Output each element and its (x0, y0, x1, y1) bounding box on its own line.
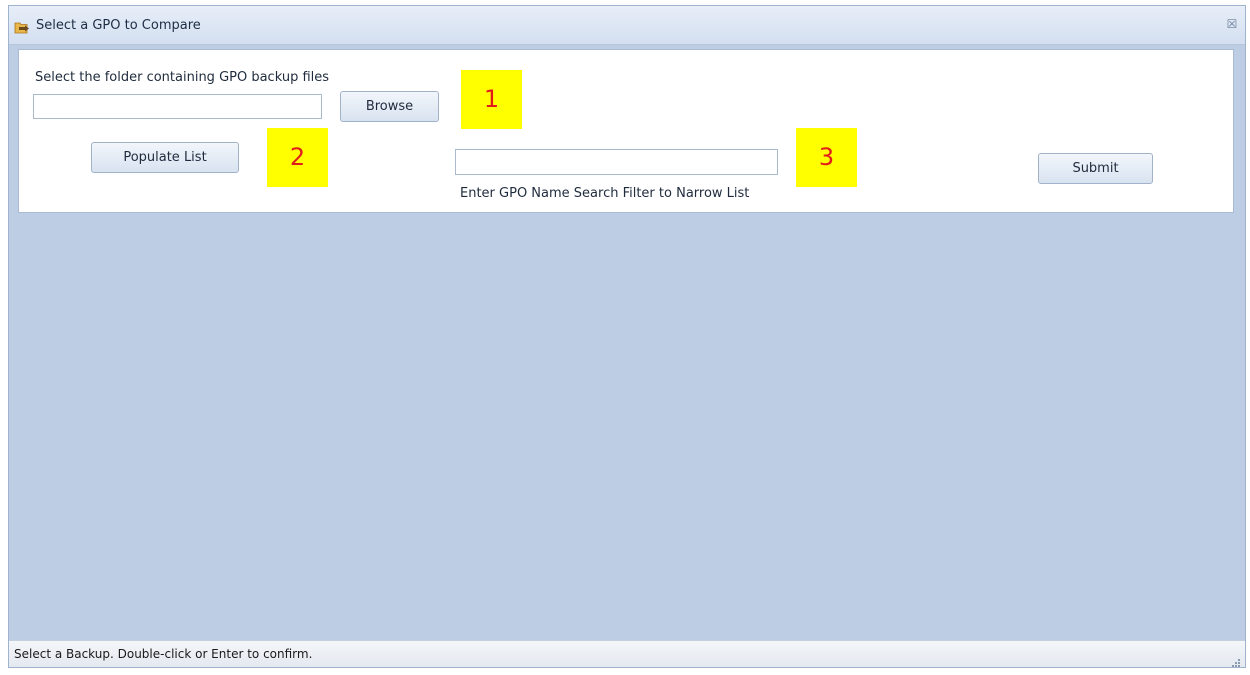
folder-path-input[interactable] (33, 94, 322, 119)
title-bar[interactable]: Select a GPO to Compare ☒ (9, 6, 1245, 45)
status-text: Select a Backup. Double-click or Enter t… (14, 647, 313, 661)
gpo-compare-window: Select a GPO to Compare ☒ Select the fol… (8, 5, 1246, 668)
callout-marker-1: 1 (461, 70, 522, 129)
submit-button[interactable]: Submit (1038, 153, 1153, 184)
resize-grip-icon[interactable] (1231, 653, 1241, 667)
filter-hint-label: Enter GPO Name Search Filter to Narrow L… (460, 186, 750, 201)
selection-panel: Select the folder containing GPO backup … (18, 49, 1234, 213)
populate-list-button[interactable]: Populate List (91, 142, 239, 173)
gpo-name-filter-input[interactable] (455, 149, 778, 175)
callout-marker-2: 2 (267, 128, 328, 187)
folder-arrow-icon (14, 19, 30, 34)
browse-button[interactable]: Browse (340, 91, 439, 122)
status-bar: Select a Backup. Double-click or Enter t… (9, 640, 1245, 667)
close-icon[interactable]: ☒ (1225, 17, 1239, 31)
callout-marker-3: 3 (796, 128, 857, 187)
window-title: Select a GPO to Compare (36, 18, 201, 33)
folder-label: Select the folder containing GPO backup … (35, 70, 330, 85)
